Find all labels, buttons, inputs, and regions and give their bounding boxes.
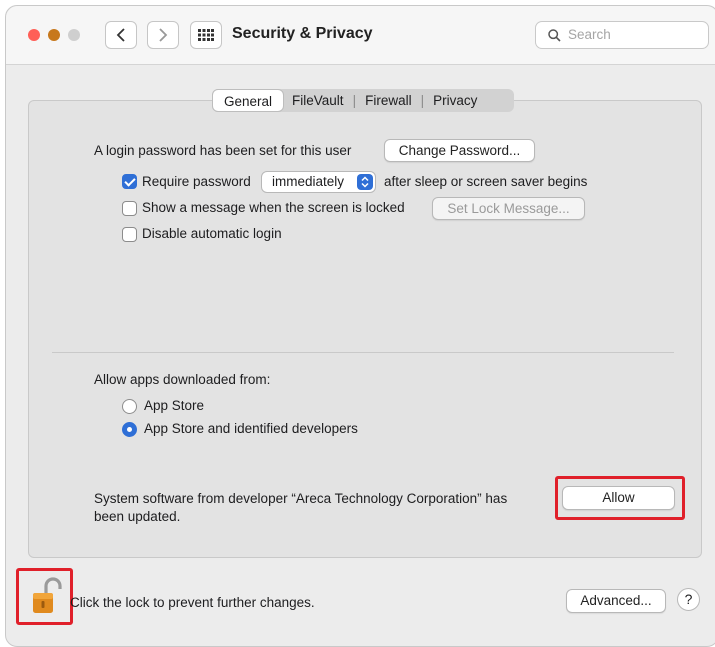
allow-apps-heading: Allow apps downloaded from: bbox=[94, 372, 271, 387]
identified-developers-radio[interactable] bbox=[122, 422, 137, 437]
change-password-button[interactable]: Change Password... bbox=[384, 139, 535, 162]
tab-firewall[interactable]: Firewall bbox=[357, 89, 420, 112]
app-store-radio[interactable] bbox=[122, 399, 137, 414]
identified-developers-label: App Store and identified developers bbox=[144, 421, 358, 436]
show-message-checkbox[interactable] bbox=[122, 201, 137, 216]
minimize-window-button[interactable] bbox=[48, 29, 60, 41]
require-password-checkbox[interactable] bbox=[122, 174, 137, 189]
zoom-window-button[interactable] bbox=[68, 29, 80, 41]
set-lock-message-button[interactable]: Set Lock Message... bbox=[432, 197, 585, 220]
allow-button[interactable]: Allow bbox=[562, 486, 675, 510]
require-password-label: Require password bbox=[142, 174, 251, 189]
require-password-delay-select[interactable]: immediately bbox=[261, 171, 376, 193]
popup-arrows-icon bbox=[357, 174, 373, 190]
app-store-label: App Store bbox=[144, 398, 205, 413]
lock-message: Click the lock to prevent further change… bbox=[70, 595, 315, 610]
help-button[interactable]: ? bbox=[677, 588, 700, 611]
login-password-text: A login password has been set for this u… bbox=[94, 143, 352, 158]
show-all-button[interactable] bbox=[190, 21, 222, 49]
forward-button[interactable] bbox=[147, 21, 179, 49]
require-password-suffix: after sleep or screen saver begins bbox=[384, 174, 588, 189]
lock-button[interactable] bbox=[28, 576, 62, 616]
search-field[interactable]: Search bbox=[535, 21, 709, 49]
search-placeholder: Search bbox=[568, 27, 611, 42]
chevron-left-icon bbox=[116, 28, 125, 42]
disable-autologin-checkbox[interactable] bbox=[122, 227, 137, 242]
tab-general[interactable]: General bbox=[212, 89, 285, 112]
tab-filevault[interactable]: FileVault bbox=[284, 89, 352, 112]
window-title: Security & Privacy bbox=[232, 25, 373, 42]
tab-privacy[interactable]: Privacy bbox=[425, 89, 485, 112]
title-bar: Security & Privacy Search bbox=[6, 6, 715, 65]
unlocked-padlock-icon bbox=[33, 577, 62, 613]
section-divider bbox=[52, 352, 674, 353]
require-password-delay-value: immediately bbox=[272, 174, 345, 189]
system-software-message-line1: System software from developer “Areca Te… bbox=[94, 491, 508, 506]
system-software-message-line2: been updated. bbox=[94, 509, 181, 524]
disable-autologin-label: Disable automatic login bbox=[142, 226, 282, 241]
chevron-right-icon bbox=[159, 28, 168, 42]
close-window-button[interactable] bbox=[28, 29, 40, 41]
grid-icon bbox=[198, 29, 214, 41]
advanced-button[interactable]: Advanced... bbox=[566, 589, 666, 613]
back-button[interactable] bbox=[105, 21, 137, 49]
show-message-label: Show a message when the screen is locked bbox=[142, 200, 405, 215]
search-icon bbox=[548, 29, 561, 42]
tab-bar: General FileVault | Firewall | Privacy bbox=[212, 89, 514, 112]
